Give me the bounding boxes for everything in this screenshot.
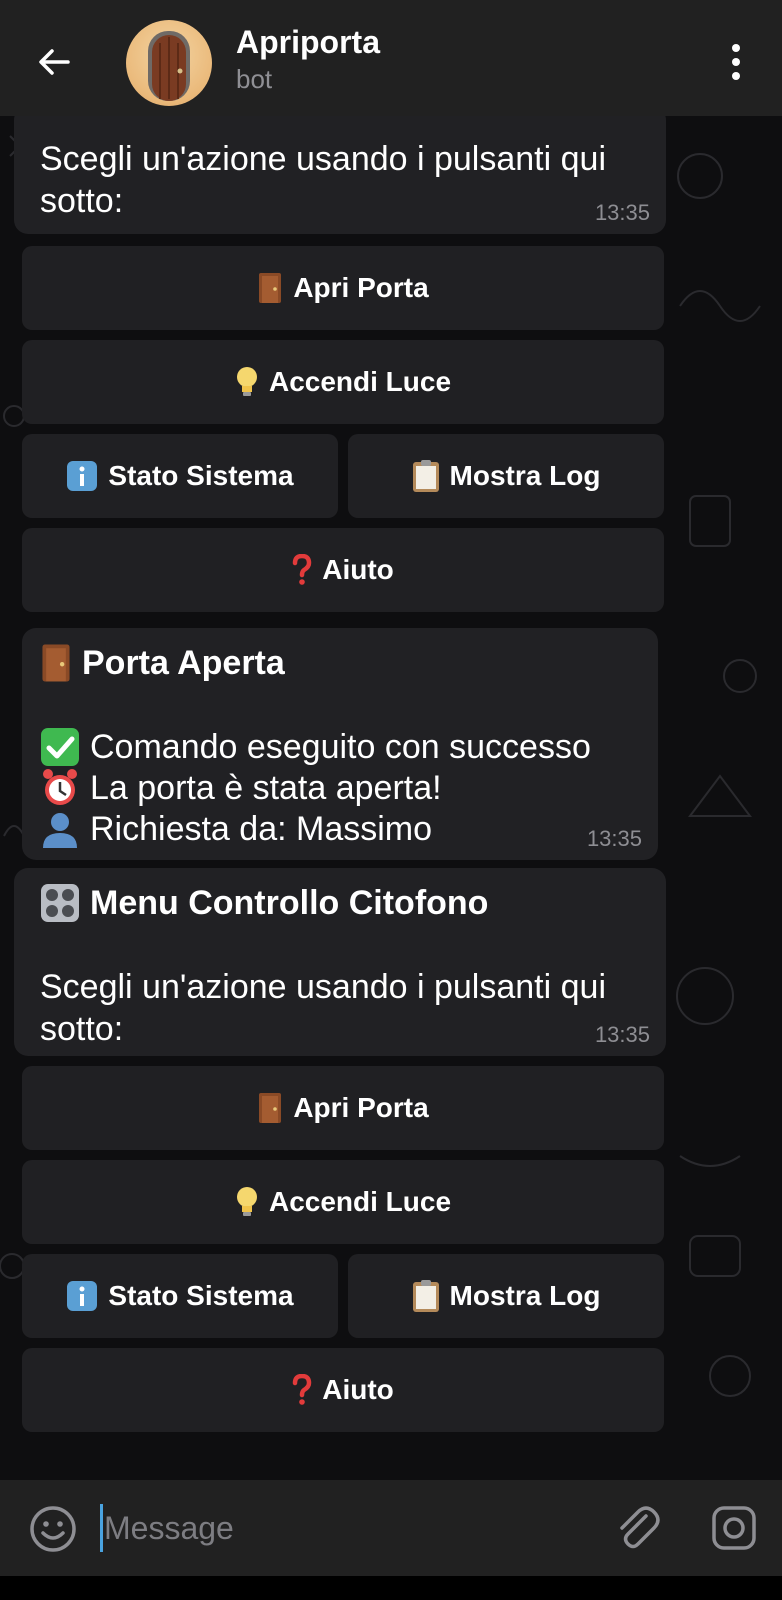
inline-button-apri-porta[interactable]: Apri Porta — [22, 1066, 664, 1150]
door-icon — [259, 1093, 282, 1123]
button-label: Aiuto — [322, 554, 394, 585]
chat-subtitle: bot — [236, 64, 273, 94]
attach-button[interactable] — [612, 1502, 664, 1554]
clipboard-icon — [412, 460, 439, 492]
inline-button-accendi-luce[interactable]: Accendi Luce — [22, 1160, 664, 1244]
more-menu-button[interactable] — [716, 38, 756, 86]
button-label: Apri Porta — [293, 1092, 429, 1123]
inline-button-stato-sistema[interactable]: Stato Sistema — [22, 1254, 338, 1338]
chat-header: Apriporta bot — [0, 0, 782, 116]
telegram-chat-screen: Apriporta bot Scegli un'azione usando i … — [0, 0, 782, 1600]
message-title: Menu Controllo Citofono — [90, 884, 489, 922]
message-bubble[interactable]: Porta Aperta Comando eseguito con succes… — [22, 628, 658, 860]
inline-button-stato-sistema[interactable]: Stato Sistema — [22, 434, 338, 518]
arrow-left-icon — [39, 49, 70, 75]
message-text: sotto: — [40, 1010, 124, 1048]
message-text: La porta è stata aperta! — [90, 769, 442, 807]
emoji-button[interactable] — [28, 1504, 78, 1554]
message-text: Scegli un'azione usando i pulsanti qui — [40, 968, 606, 1006]
message-bubble[interactable]: Menu Controllo Citofono Scegli un'azione… — [14, 868, 666, 1056]
message-time: 13:35 — [586, 826, 642, 851]
more-vertical-icon — [732, 44, 740, 52]
message-text: Richiesta da: Massimo — [90, 810, 433, 848]
door-avatar-image — [148, 31, 190, 101]
button-label: Mostra Log — [449, 460, 601, 491]
clipboard-icon — [412, 1280, 439, 1312]
light-bulb-icon — [236, 1187, 257, 1216]
button-label: Aiuto — [322, 1374, 394, 1405]
text-cursor — [100, 1504, 103, 1552]
button-label: Stato Sistema — [108, 460, 294, 491]
message-composer: Message — [0, 1480, 782, 1576]
button-label: Stato Sistema — [108, 1280, 294, 1311]
check-mark-icon — [41, 728, 79, 766]
chat-title[interactable]: Apriporta — [236, 22, 380, 62]
smiley-icon — [30, 1506, 76, 1552]
inline-button-mostra-log[interactable]: Mostra Log — [348, 1254, 664, 1338]
message-list[interactable]: Scegli un'azione usando i pulsanti qui s… — [0, 116, 782, 1480]
light-bulb-icon — [236, 367, 257, 396]
message-text: Comando eseguito con successo — [90, 728, 591, 766]
message-text: sotto: — [40, 182, 124, 220]
control-knobs-icon — [41, 884, 79, 922]
bot-avatar[interactable] — [126, 20, 212, 106]
message-input[interactable]: Message — [104, 1506, 234, 1550]
camera-button[interactable] — [708, 1502, 760, 1554]
button-label: Mostra Log — [449, 1280, 601, 1311]
question-mark-icon — [292, 554, 312, 585]
back-button[interactable] — [30, 38, 78, 86]
message-time: 13:35 — [594, 1022, 650, 1047]
system-nav-bar — [0, 1576, 782, 1600]
inline-button-aiuto[interactable]: Aiuto — [22, 528, 664, 612]
alarm-clock-icon — [43, 769, 77, 805]
button-label: Accendi Luce — [268, 1186, 452, 1217]
button-label: Apri Porta — [293, 272, 429, 303]
door-icon — [259, 273, 282, 303]
camera-icon — [712, 1506, 756, 1550]
question-mark-icon — [292, 1374, 312, 1405]
message-text: Scegli un'azione usando i pulsanti qui — [40, 140, 606, 178]
inline-button-apri-porta[interactable]: Apri Porta — [22, 246, 664, 330]
button-label: Accendi Luce — [268, 366, 452, 397]
inline-button-mostra-log[interactable]: Mostra Log — [348, 434, 664, 518]
info-icon — [67, 1281, 98, 1311]
inline-button-accendi-luce[interactable]: Accendi Luce — [22, 340, 664, 424]
message-bubble[interactable]: Scegli un'azione usando i pulsanti qui s… — [14, 116, 666, 234]
inline-button-aiuto[interactable]: Aiuto — [22, 1348, 664, 1432]
paperclip-icon — [620, 1506, 660, 1549]
message-title: Porta Aperta — [82, 644, 285, 682]
message-time: 13:35 — [594, 200, 650, 225]
door-icon — [42, 644, 70, 682]
user-silhouette-icon — [43, 813, 77, 848]
info-icon — [67, 461, 98, 491]
